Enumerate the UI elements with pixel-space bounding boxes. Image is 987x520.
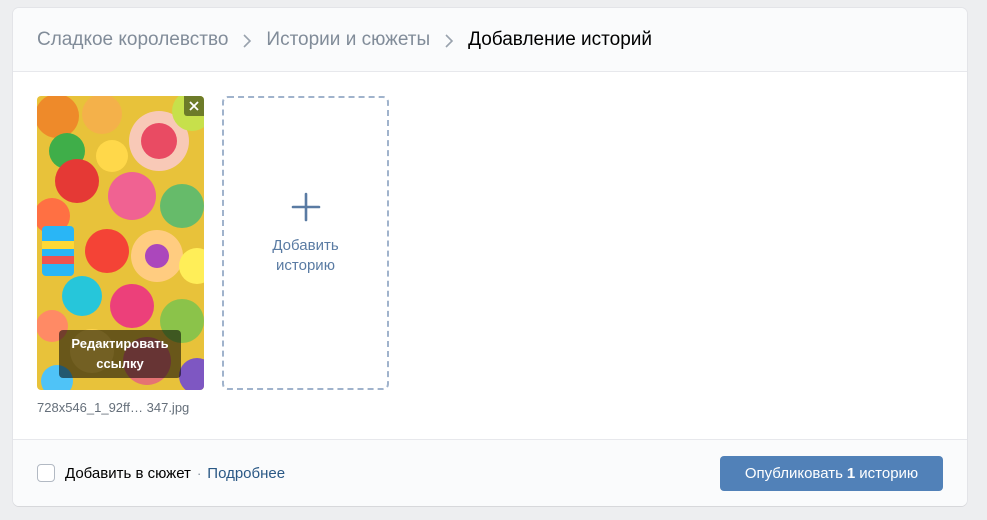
publish-suffix: историю — [859, 464, 919, 482]
publish-button[interactable]: Опубликовать 1 историю — [720, 455, 943, 491]
story-thumbnail[interactable]: Редактировать ссылку — [37, 96, 204, 390]
add-story-button[interactable]: Добавить историю — [222, 96, 389, 390]
separator-dot: · — [196, 465, 202, 481]
add-to-plot-checkbox[interactable] — [37, 464, 55, 482]
publish-count: 1 — [846, 464, 856, 482]
breadcrumb: Сладкое королевство Истории и сюжеты Доб… — [13, 8, 967, 72]
add-to-plot-label[interactable]: Добавить в сюжет — [65, 465, 191, 482]
add-story-label: Добавить историю — [272, 237, 339, 274]
stories-grid: Редактировать ссылку 728x546_1_92ff… 347… — [13, 72, 967, 439]
breadcrumb-section-link[interactable]: Истории и сюжеты — [266, 29, 430, 51]
breadcrumb-group-link[interactable]: Сладкое королевство — [37, 29, 228, 51]
publish-prefix: Опубликовать — [744, 464, 843, 482]
edit-link-button[interactable]: Редактировать ссылку — [59, 330, 181, 378]
story-upload-card: Сладкое королевство Истории и сюжеты Доб… — [13, 8, 967, 506]
story-filename: 728x546_1_92ff… 347.jpg — [37, 400, 190, 415]
chevron-right-icon — [444, 33, 454, 48]
close-icon — [189, 101, 199, 111]
footer-bar: Добавить в сюжет · Подробнее Опубликоват… — [13, 439, 967, 506]
remove-story-button[interactable] — [184, 96, 204, 116]
chevron-right-icon — [242, 33, 252, 48]
page-title: Добавление историй — [468, 28, 653, 50]
more-info-link[interactable]: Подробнее — [207, 465, 285, 482]
plus-icon — [291, 192, 320, 222]
